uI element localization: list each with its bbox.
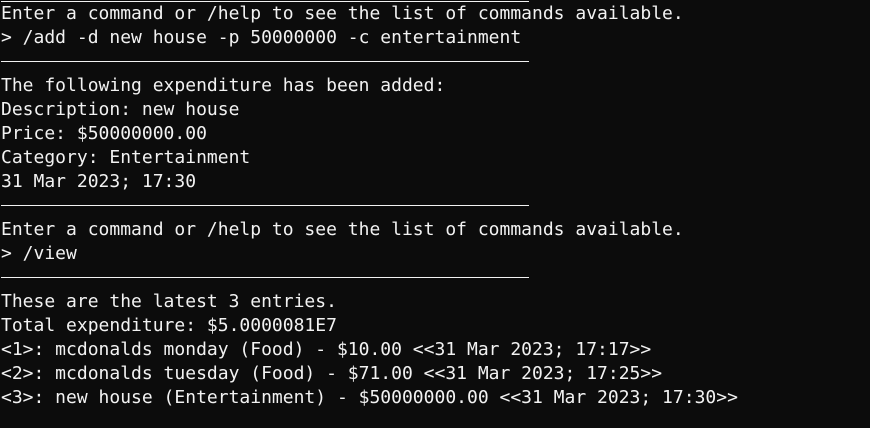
command-prompt-text: Enter a command or /help to see the list…: [1, 219, 684, 240]
command-prompt-text: Enter a command or /help to see the list…: [1, 3, 684, 24]
divider-line: [1, 266, 870, 290]
add-result-category: Category: Entertainment: [1, 147, 251, 168]
terminal-window[interactable]: Enter a command or /help to see the list…: [0, 0, 870, 428]
view-result-total: Total expenditure: $5.0000081E7: [1, 315, 337, 336]
entered-command: > /add -d new house -p 50000000 -c enter…: [1, 27, 522, 48]
view-result-header: These are the latest 3 entries.: [1, 291, 337, 312]
expenditure-entry: <2>: mcdonalds tuesday (Food) - $71.00 <…: [1, 363, 663, 384]
expenditure-entry: <3>: new house (Entertainment) - $500000…: [1, 387, 738, 408]
add-result-price: Price: $50000000.00: [1, 123, 207, 144]
divider-line: [1, 50, 870, 74]
divider-line: [1, 194, 870, 218]
add-result-header: The following expenditure has been added…: [1, 75, 446, 96]
add-result-datetime: 31 Mar 2023; 17:30: [1, 171, 197, 192]
expenditure-entry: <1>: mcdonalds monday (Food) - $10.00 <<…: [1, 339, 652, 360]
entered-command: > /view: [1, 243, 77, 264]
add-result-description: Description: new house: [1, 99, 240, 120]
